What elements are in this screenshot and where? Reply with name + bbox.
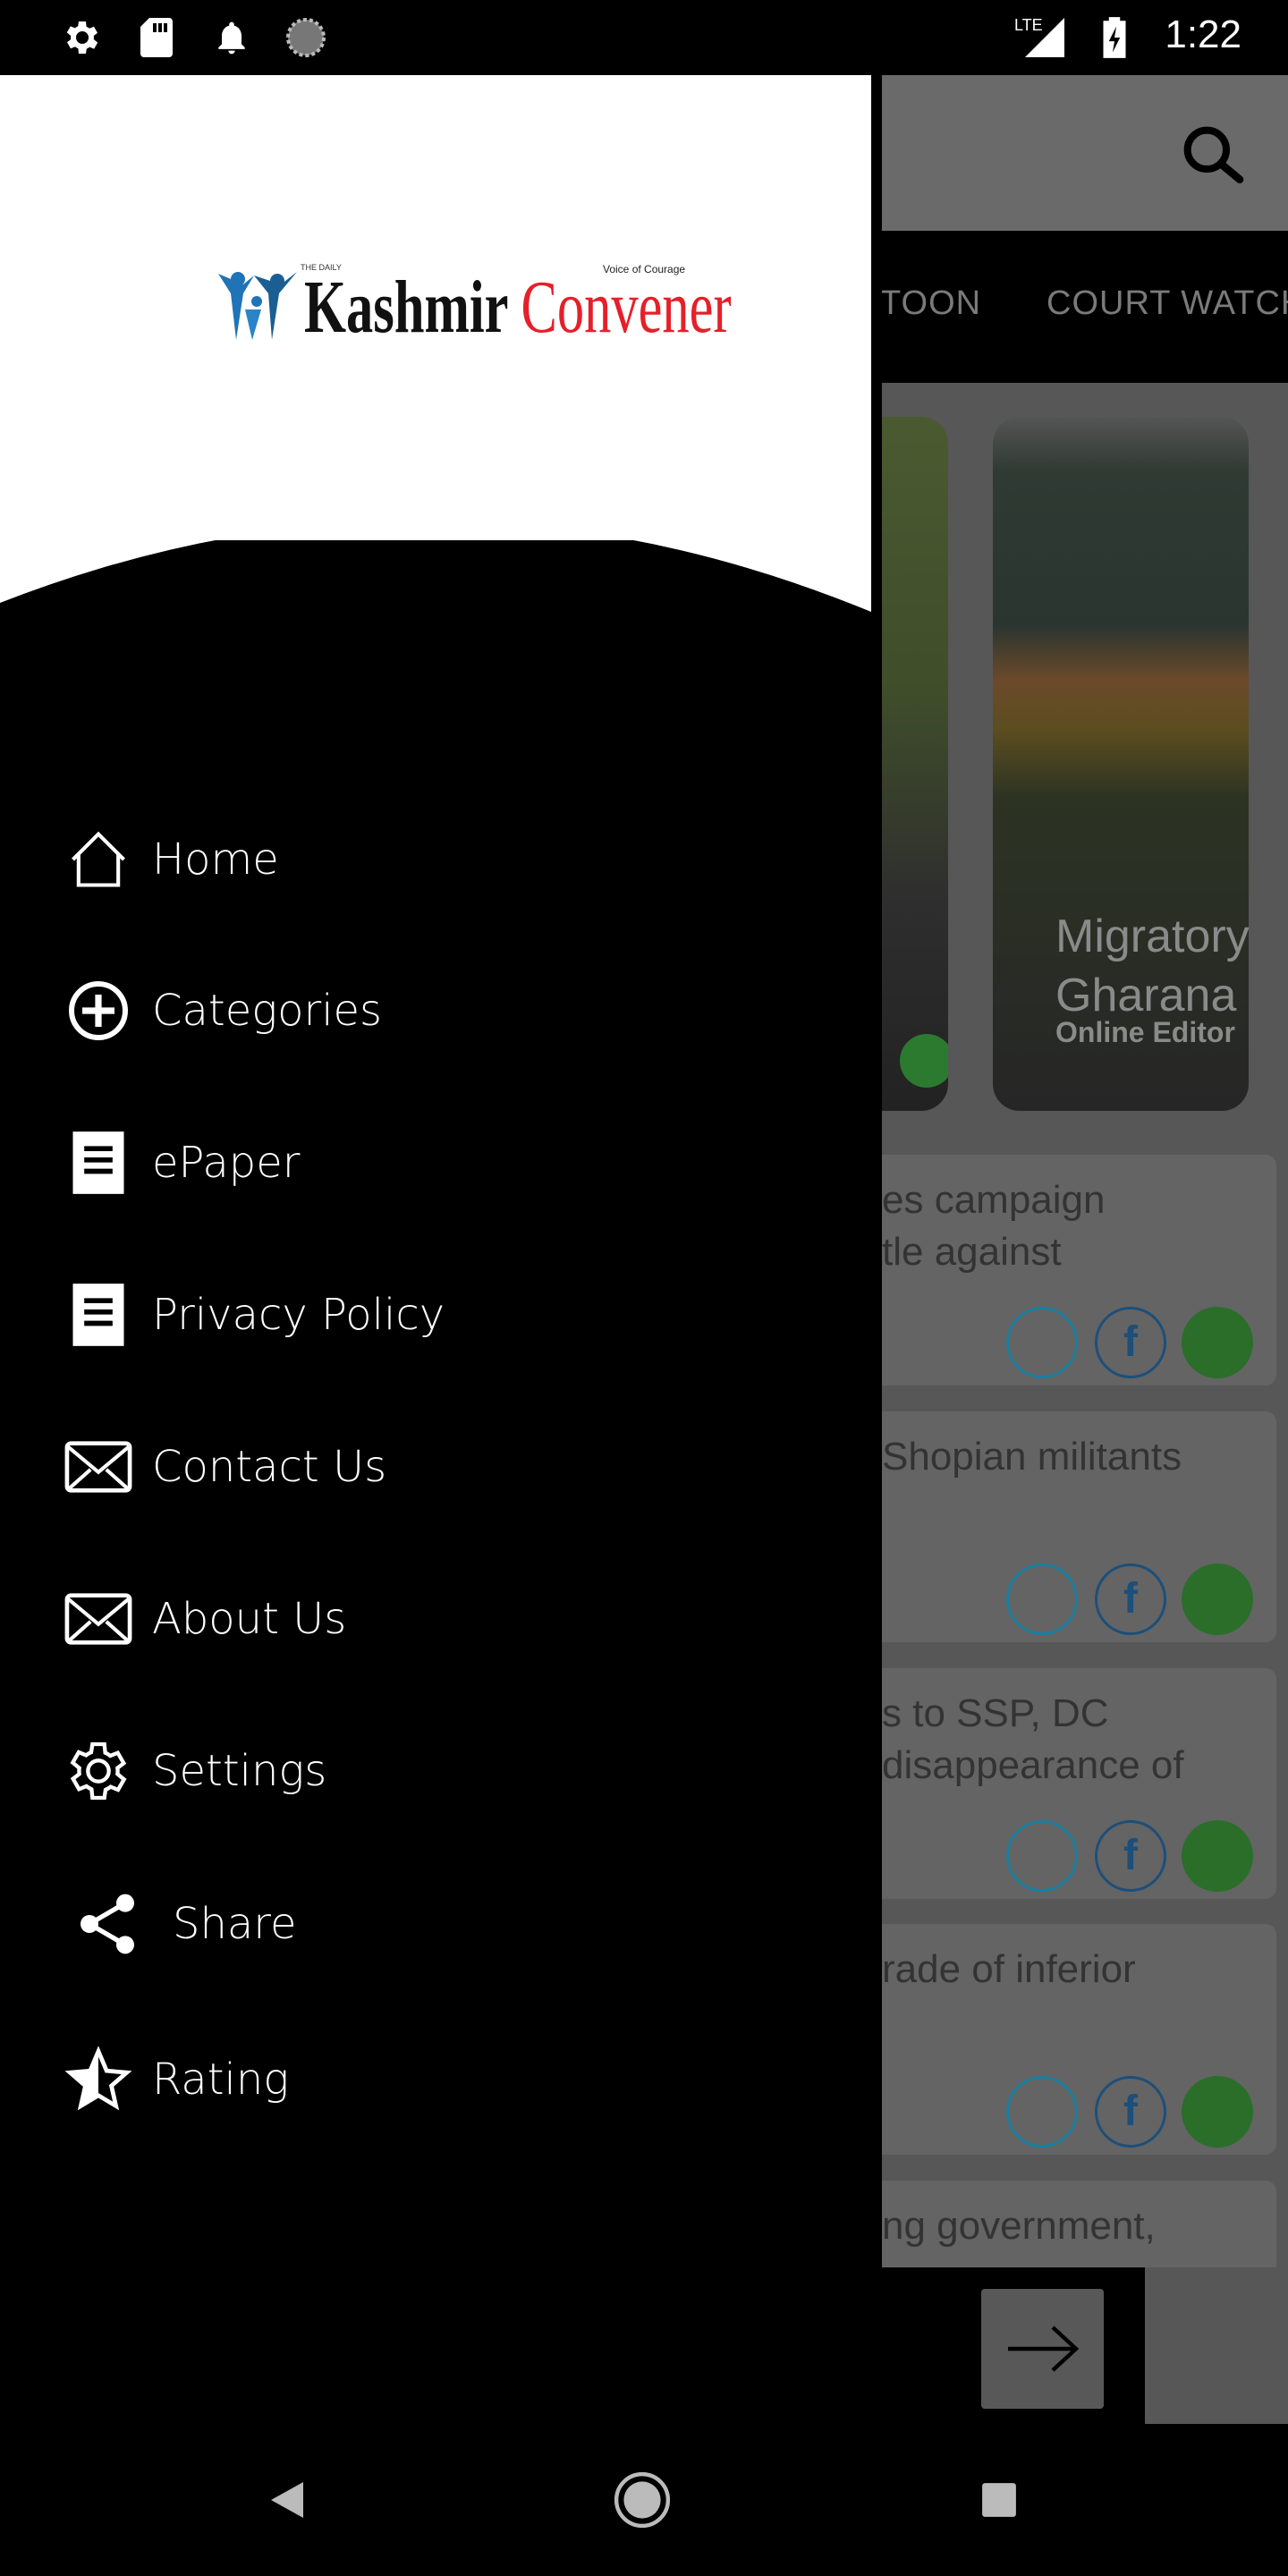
whatsapp-icon[interactable] (1182, 1820, 1253, 1892)
gear-icon (63, 1735, 134, 1807)
drawer-item-settings[interactable]: Settings (0, 1722, 871, 1820)
facebook-icon[interactable]: f (1095, 2076, 1166, 2148)
logo-figures-icon (218, 272, 297, 340)
battery-charging-icon (1091, 14, 1138, 61)
twitter-icon[interactable] (1006, 1820, 1078, 1892)
featured-card[interactable] (882, 417, 948, 1111)
news-list-item[interactable]: Shopian militants f (882, 1411, 1276, 1642)
whatsapp-icon[interactable] (1182, 1563, 1253, 1635)
drawer-item-label: Categories (152, 986, 383, 1036)
news-list-item[interactable]: s to SSP, DC disappearance of f (882, 1668, 1276, 1899)
headline-line: disappearance of (882, 1743, 1184, 1787)
news-list-item[interactable]: es campaign tle against f (882, 1155, 1276, 1385)
headline-line: rade of inferior (882, 1947, 1136, 1991)
drawer-item-label: About Us (152, 1594, 347, 1644)
next-button[interactable] (981, 2289, 1104, 2409)
headline-line: Shopian militants (882, 1435, 1182, 1479)
background-content: TOON COURT WATCH Migratory Gharana Onlin… (882, 75, 1288, 2424)
settings-icon (57, 14, 104, 61)
mail-icon (63, 1583, 134, 1655)
star-icon (63, 2044, 134, 2115)
facebook-icon[interactable]: f (1095, 1307, 1166, 1378)
drawer-item-label: ePaper (152, 1138, 301, 1188)
header-curve (0, 460, 871, 612)
drawer-item-label: Settings (152, 1746, 327, 1796)
drawer-item-rating[interactable]: Rating (0, 2030, 871, 2129)
sync-icon (283, 14, 329, 61)
drawer-item-contact-us[interactable]: Contact Us (0, 1418, 871, 1516)
logo-word-kashmir: Kashmir (304, 266, 508, 349)
home-icon (63, 824, 134, 895)
system-nav-bar (0, 2424, 1288, 2576)
clock: 1:22 (1165, 13, 1241, 56)
facebook-icon[interactable]: f (1095, 1820, 1166, 1892)
app-bar (882, 75, 1288, 231)
back-button[interactable] (251, 2464, 323, 2536)
sd-card-icon (133, 14, 180, 61)
receipt-icon (63, 1127, 134, 1199)
tab-cartoon[interactable]: TOON (882, 284, 981, 323)
featured-title-line1: Migratory (1055, 911, 1249, 962)
arrow-right-icon (1007, 2326, 1079, 2372)
bottom-bar (0, 2267, 1145, 2424)
drawer-item-label: Contact Us (152, 1442, 387, 1492)
whatsapp-icon[interactable] (1182, 2076, 1253, 2148)
share-icon (72, 1888, 143, 1960)
featured-card[interactable]: Migratory Gharana Online Editor (993, 417, 1249, 1111)
add-circle-icon (63, 975, 134, 1046)
status-bar: LTE 1:22 (0, 0, 1288, 75)
whatsapp-icon[interactable] (900, 1034, 948, 1088)
logo-word-convener: Convener (521, 266, 732, 349)
navigation-drawer: THE DAILY Voice of Courage Kashmir Conve… (0, 75, 871, 2267)
headline-line: ng government, (882, 2204, 1156, 2248)
recents-button[interactable] (963, 2464, 1035, 2536)
twitter-icon[interactable] (1006, 2076, 1078, 2148)
drawer-item-label: Home (152, 835, 279, 885)
drawer-item-categories[interactable]: Categories (0, 962, 871, 1060)
drawer-item-label: Share (173, 1899, 297, 1949)
drawer-item-home[interactable]: Home (0, 810, 871, 909)
headline-line: tle against (882, 1230, 1062, 1274)
headline-line: s to SSP, DC (882, 1691, 1109, 1735)
headline-line: es campaign (882, 1178, 1106, 1222)
network-label: LTE (1014, 16, 1043, 34)
drawer-item-label: Rating (152, 2055, 290, 2105)
bottom-bar-edge (1145, 2267, 1288, 2424)
twitter-icon[interactable] (1006, 1563, 1078, 1635)
notification-bell-icon (208, 14, 255, 61)
drawer-item-share[interactable]: Share (0, 1875, 871, 1973)
receipt-icon (63, 1279, 134, 1351)
category-tabs: TOON COURT WATCH (882, 231, 1288, 383)
drawer-item-epaper[interactable]: ePaper (0, 1114, 871, 1212)
tab-court-watch[interactable]: COURT WATCH (1046, 284, 1288, 323)
home-button[interactable] (606, 2464, 678, 2536)
drawer-item-privacy-policy[interactable]: Privacy Policy (0, 1266, 871, 1364)
news-list-item[interactable]: rade of inferior f (882, 1924, 1276, 2155)
signal-icon: LTE (1011, 14, 1073, 61)
logo: THE DAILY Voice of Courage Kashmir Conve… (218, 263, 732, 352)
search-icon[interactable] (1177, 120, 1249, 191)
facebook-icon[interactable]: f (1095, 1563, 1166, 1635)
drawer-item-about-us[interactable]: About Us (0, 1570, 871, 1668)
mail-icon (63, 1431, 134, 1503)
drawer-item-label: Privacy Policy (152, 1290, 445, 1340)
featured-author: Online Editor (1055, 1016, 1235, 1048)
twitter-icon[interactable] (1006, 1307, 1078, 1378)
whatsapp-icon[interactable] (1182, 1307, 1253, 1378)
